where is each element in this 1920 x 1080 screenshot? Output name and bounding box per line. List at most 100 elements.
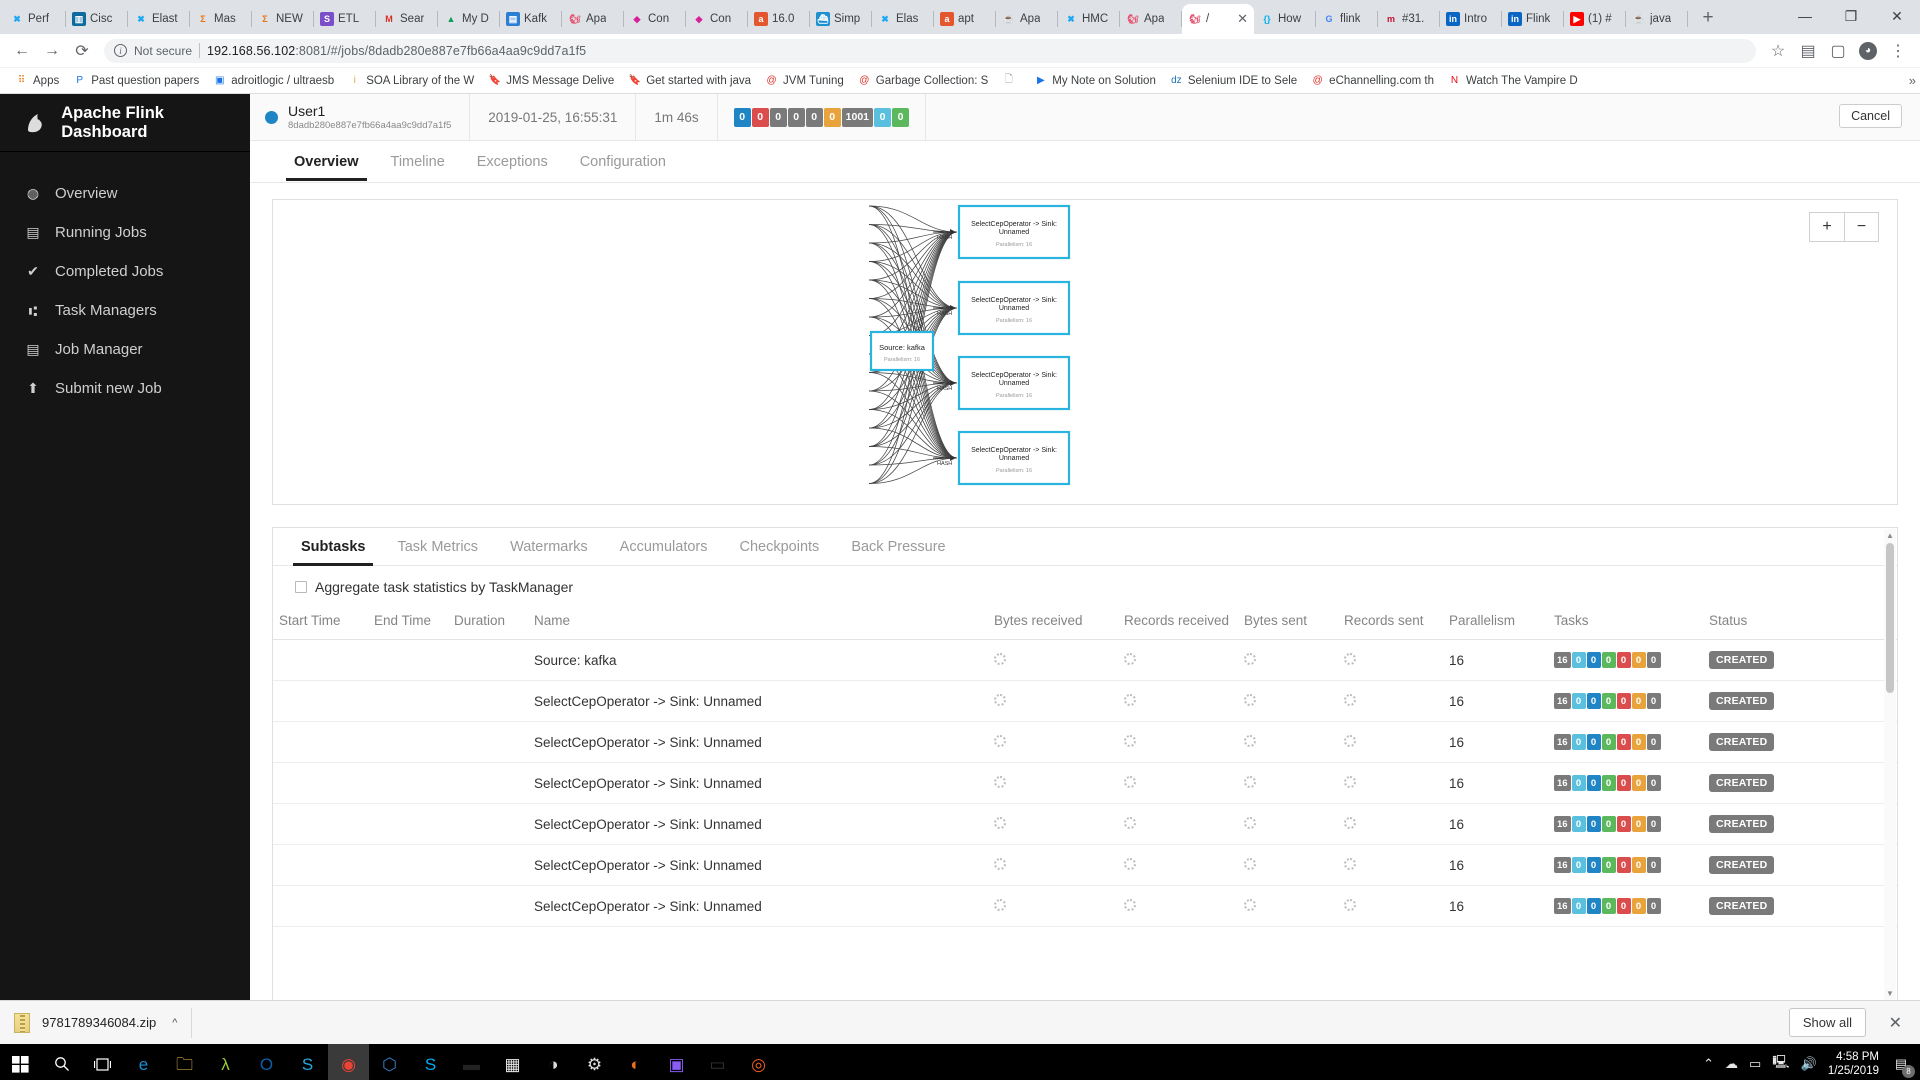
bookmark-star-icon[interactable]: ☆ xyxy=(1764,37,1792,65)
show-all-downloads-button[interactable]: Show all xyxy=(1788,1008,1866,1037)
taskbar-opera-icon[interactable]: ◑ xyxy=(533,1044,574,1080)
extension-icon[interactable]: ▤ xyxy=(1794,37,1822,65)
minimize-button[interactable]: — xyxy=(1782,0,1828,32)
taskbar-clock[interactable]: 4:58 PM 1/25/2019 xyxy=(1828,1050,1879,1078)
taskbar-outlook-icon[interactable]: O xyxy=(246,1044,287,1080)
browser-tab[interactable]: ▶ (1) # xyxy=(1564,4,1626,34)
taskbar-edge-icon[interactable]: e xyxy=(123,1044,164,1080)
tab-exceptions[interactable]: Exceptions xyxy=(461,143,564,180)
cancel-job-button[interactable]: Cancel xyxy=(1839,104,1902,128)
sidebar-item-task-managers[interactable]: ⑆ Task Managers xyxy=(0,291,250,330)
browser-tab[interactable]: {} How xyxy=(1254,4,1316,34)
bookmark-item[interactable]: ▣ adroitlogic / ultraesb xyxy=(206,72,341,89)
taskbar-postman-icon[interactable]: ◎ xyxy=(738,1044,779,1080)
brand-header[interactable]: Apache Flink Dashboard xyxy=(0,94,250,152)
browser-tab[interactable]: ▥ Cisc xyxy=(66,4,128,34)
sidebar-item-overview[interactable]: ◍ Overview xyxy=(0,174,250,213)
tab-checkpoints[interactable]: Checkpoints xyxy=(724,528,836,565)
browser-tab[interactable]: Σ NEW xyxy=(252,4,314,34)
bookmark-item[interactable]: 🔖 Get started with java xyxy=(621,72,758,89)
job-graph-panel[interactable]: + − Source: kafka Parallelism: 16 Select… xyxy=(272,199,1898,505)
browser-tab[interactable]: ☕ java xyxy=(1626,4,1688,34)
bookmark-item[interactable]: 🔖 JMS Message Delive xyxy=(481,72,621,89)
browser-tab[interactable]: ⛴ Simp xyxy=(810,4,872,34)
info-icon[interactable]: i xyxy=(114,44,127,57)
maximize-button[interactable]: ❐ xyxy=(1828,0,1874,32)
browser-tab[interactable]: m #31. xyxy=(1378,4,1440,34)
table-row[interactable]: SelectCepOperator -> Sink: Unnamed 16 16 0 0… xyxy=(273,680,1897,722)
browser-tab[interactable]: ▲ My D xyxy=(438,4,500,34)
bookmark-item[interactable]: ▶ My Note on Solution xyxy=(1027,72,1163,89)
browser-tab[interactable]: in Flink xyxy=(1502,4,1564,34)
taskbar-virtualbox-icon[interactable]: ⬡ xyxy=(369,1044,410,1080)
sidebar-item-completed-jobs[interactable]: ✔ Completed Jobs xyxy=(0,252,250,291)
bookmarks-overflow-icon[interactable]: » xyxy=(1909,73,1916,88)
cast-icon[interactable]: ▢ xyxy=(1824,37,1852,65)
browser-tab[interactable]: ✖ Perf xyxy=(4,4,66,34)
scroll-down-arrow[interactable]: ▼ xyxy=(1886,989,1894,998)
browser-tab[interactable]: Σ Mas xyxy=(190,4,252,34)
browser-tab[interactable]: 🐿 Apa xyxy=(562,4,624,34)
taskbar-skype-icon[interactable]: S xyxy=(410,1044,451,1080)
browser-tab[interactable]: Gflink xyxy=(1316,4,1378,34)
scroll-up-arrow[interactable]: ▲ xyxy=(1886,531,1894,540)
new-tab-button[interactable]: + xyxy=(1694,4,1722,32)
browser-tab[interactable]: ◆ Con xyxy=(686,4,748,34)
tab-task-metrics[interactable]: Task Metrics xyxy=(381,528,494,565)
bookmark-item[interactable]: i SOA Library of the W xyxy=(341,72,481,89)
bookmark-item[interactable]: @ Garbage Collection: S xyxy=(851,72,996,89)
taskbar-terminal-icon[interactable]: ▬ xyxy=(451,1044,492,1080)
zoom-in-button[interactable]: + xyxy=(1809,212,1844,242)
taskbar-chrome-icon[interactable]: ◉ xyxy=(328,1044,369,1080)
tab-configuration[interactable]: Configuration xyxy=(564,143,682,180)
table-row[interactable]: SelectCepOperator -> Sink: Unnamed 16 16 0 0… xyxy=(273,844,1897,886)
tab-watermarks[interactable]: Watermarks xyxy=(494,528,604,565)
back-button[interactable]: ← xyxy=(8,37,36,65)
table-row[interactable]: SelectCepOperator -> Sink: Unnamed 16 16 0 0… xyxy=(273,803,1897,845)
scrollbar-thumb[interactable] xyxy=(1886,543,1894,693)
taskbar-file-explorer-icon[interactable]: 🗀 xyxy=(164,1044,205,1080)
tab-overview[interactable]: Overview xyxy=(278,143,375,181)
subtasks-scrollbar[interactable]: ▲ ▼ xyxy=(1884,529,1896,1000)
browser-tab[interactable]: ✖ HMC xyxy=(1058,4,1120,34)
aggregate-checkbox-row[interactable]: Aggregate task statistics by TaskManager xyxy=(273,566,1897,606)
browser-tab[interactable]: 🐿 / ✕ xyxy=(1182,4,1254,34)
table-row[interactable]: Source: kafka 16 16 0 0 0 0 0 0 CREATED xyxy=(273,639,1897,681)
bookmark-item[interactable]: dz Selenium IDE to Sele xyxy=(1163,72,1304,89)
cloud-sync-icon[interactable]: ☁ xyxy=(1725,1056,1738,1072)
table-row[interactable]: SelectCepOperator -> Sink: Unnamed 16 16 0 0… xyxy=(273,721,1897,763)
close-download-bar-icon[interactable]: ✕ xyxy=(1889,1013,1902,1033)
taskbar-anaconda-icon[interactable]: λ xyxy=(205,1044,246,1080)
browser-tab[interactable]: a apt xyxy=(934,4,996,34)
taskbar-skype-business-icon[interactable]: S xyxy=(287,1044,328,1080)
browser-tab[interactable]: a 16.0 xyxy=(748,4,810,34)
table-row[interactable]: SelectCepOperator -> Sink: Unnamed 16 16 0 0… xyxy=(273,885,1897,927)
address-bar[interactable]: i Not secure 192.168.56.102:8081/#/jobs/… xyxy=(104,38,1756,63)
taskbar-calculator-icon[interactable]: ▦ xyxy=(492,1044,533,1080)
bookmark-item[interactable]: @ JVM Tuning xyxy=(758,72,851,89)
browser-tab[interactable]: S ETL xyxy=(314,4,376,34)
battery-icon[interactable]: ▭ xyxy=(1749,1056,1761,1072)
close-tab-icon[interactable]: ✕ xyxy=(1237,11,1248,27)
aggregate-checkbox[interactable] xyxy=(295,581,307,593)
tab-timeline[interactable]: Timeline xyxy=(375,143,461,180)
table-row[interactable]: SelectCepOperator -> Sink: Unnamed 16 16 0 0… xyxy=(273,762,1897,804)
zoom-out-button[interactable]: − xyxy=(1844,212,1879,242)
browser-tab[interactable]: 🐿 Apa xyxy=(1120,4,1182,34)
forward-button[interactable]: → xyxy=(38,37,66,65)
profile-avatar[interactable]: ◕ xyxy=(1854,37,1882,65)
browser-tab[interactable]: in Intro xyxy=(1440,4,1502,34)
browser-tab[interactable]: ✖ Elast xyxy=(128,4,190,34)
chrome-menu-icon[interactable]: ⋮ xyxy=(1884,37,1912,65)
download-menu-caret-icon[interactable]: ^ xyxy=(172,1017,177,1029)
tab-back-pressure[interactable]: Back Pressure xyxy=(835,528,961,565)
bookmark-item[interactable]: @ eChannelling.com th xyxy=(1304,72,1441,89)
sidebar-item-running-jobs[interactable]: ▤ Running Jobs xyxy=(0,213,250,252)
browser-tab[interactable]: ☕ Apa xyxy=(996,4,1058,34)
tray-chevron-icon[interactable]: ⌃ xyxy=(1703,1056,1714,1072)
bookmark-item[interactable]: N Watch The Vampire D xyxy=(1441,72,1585,89)
bookmark-item[interactable]: ⠿ Apps xyxy=(8,72,66,89)
tab-accumulators[interactable]: Accumulators xyxy=(604,528,724,565)
bookmark-item[interactable]: P Past question papers xyxy=(66,72,206,89)
close-window-button[interactable]: ✕ xyxy=(1874,0,1920,32)
